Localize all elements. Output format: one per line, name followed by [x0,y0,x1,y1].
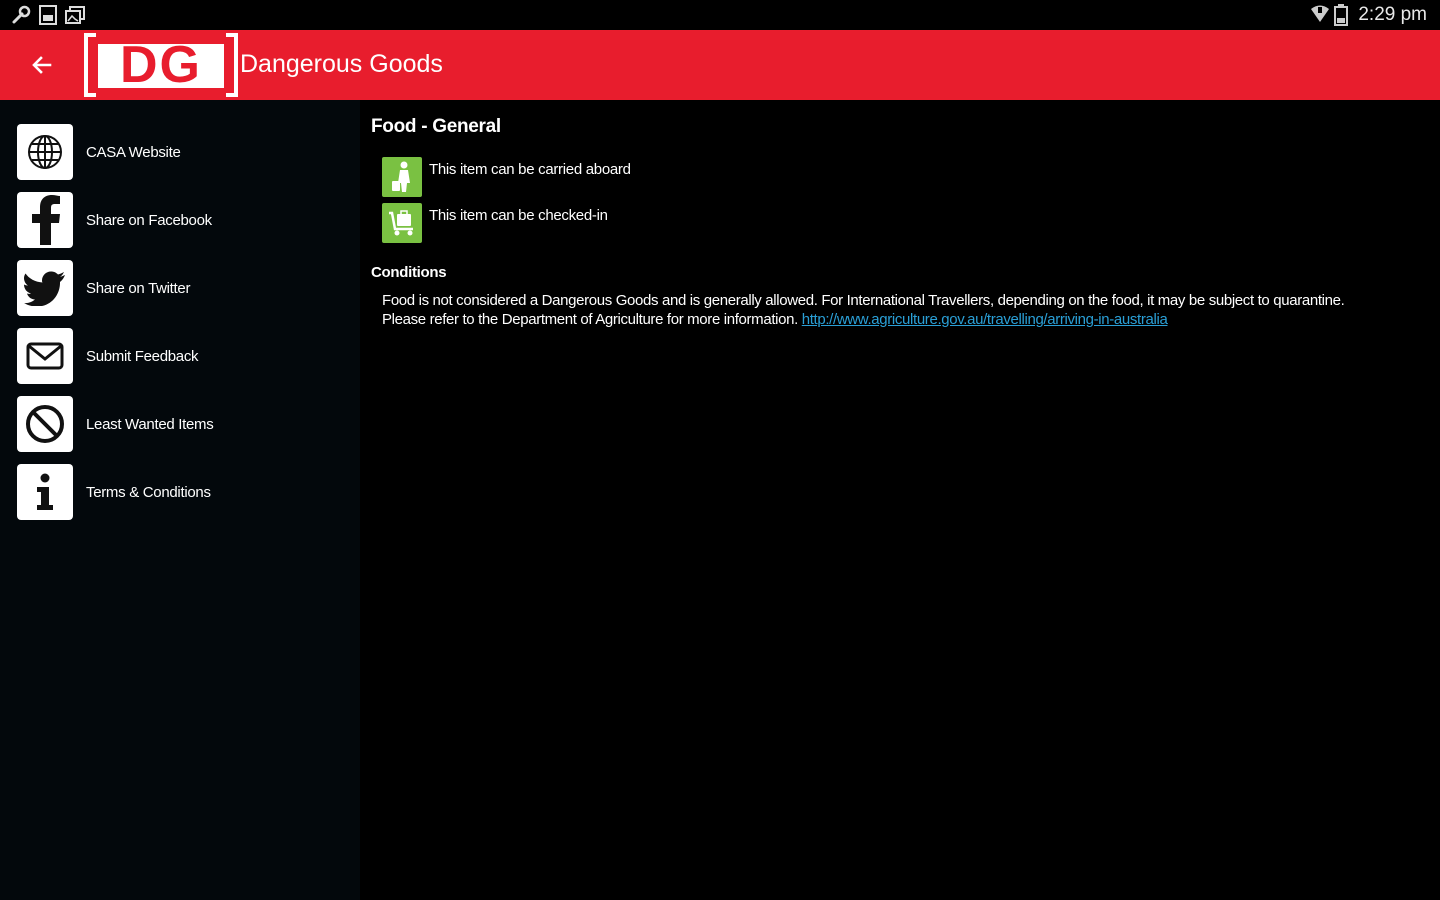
app-bar: DG Dangerous Goods [0,30,1440,100]
envelope-icon [26,342,64,370]
checked-luggage-icon [389,210,413,236]
permission-text: This item can be carried aboard [429,161,631,178]
sidebar-item-share-twitter[interactable]: Share on Twitter [17,260,347,316]
sidebar: CASA Website Share on Facebook Share on … [0,100,360,900]
permission-text: This item can be checked-in [429,207,608,224]
sidebar-item-label: Share on Facebook [86,211,212,229]
sidebar-item-submit-feedback[interactable]: Submit Feedback [17,328,347,384]
logo-text: DG [120,36,202,94]
sd-card-icon [39,5,57,25]
sidebar-item-least-wanted[interactable]: Least Wanted Items [17,396,347,452]
info-icon [37,473,53,510]
agriculture-link[interactable]: http://www.agriculture.gov.au/travelling… [802,311,1168,328]
app-title: Dangerous Goods [240,50,443,78]
sidebar-item-terms-conditions[interactable]: Terms & Conditions [17,464,347,520]
sidebar-item-casa-website[interactable]: CASA Website [17,124,347,180]
conditions-text: Food is not considered a Dangerous Goods… [382,291,1382,329]
back-button[interactable] [22,47,62,83]
gallery-icon [65,6,85,24]
sidebar-item-label: Least Wanted Items [86,415,214,433]
dg-logo: DG [84,33,238,97]
permission-checked-in: This item can be checked-in [382,203,608,243]
carry-on-passenger-icon [392,161,410,192]
wrench-icon [12,5,31,24]
facebook-icon [32,195,60,245]
sidebar-item-label: Submit Feedback [86,347,199,365]
battery-icon [1334,4,1348,26]
twitter-icon [24,271,65,306]
permission-carry-aboard: This item can be carried aboard [382,157,631,197]
sidebar-item-label: CASA Website [86,143,181,161]
back-arrow-icon [32,56,52,74]
prohibited-icon [26,405,64,443]
sidebar-item-label: Share on Twitter [86,279,191,297]
globe-icon [28,135,62,169]
sidebar-item-share-facebook[interactable]: Share on Facebook [17,192,347,248]
item-title: Food - General [371,116,501,137]
status-bar: 2:29 pm [0,0,1440,30]
conditions-heading: Conditions [371,264,447,281]
sidebar-item-label: Terms & Conditions [86,483,211,501]
item-detail: Food - General This item can be carried … [360,100,1440,900]
status-time: 2:29 pm [1358,4,1427,25]
wifi-icon [1311,5,1329,22]
